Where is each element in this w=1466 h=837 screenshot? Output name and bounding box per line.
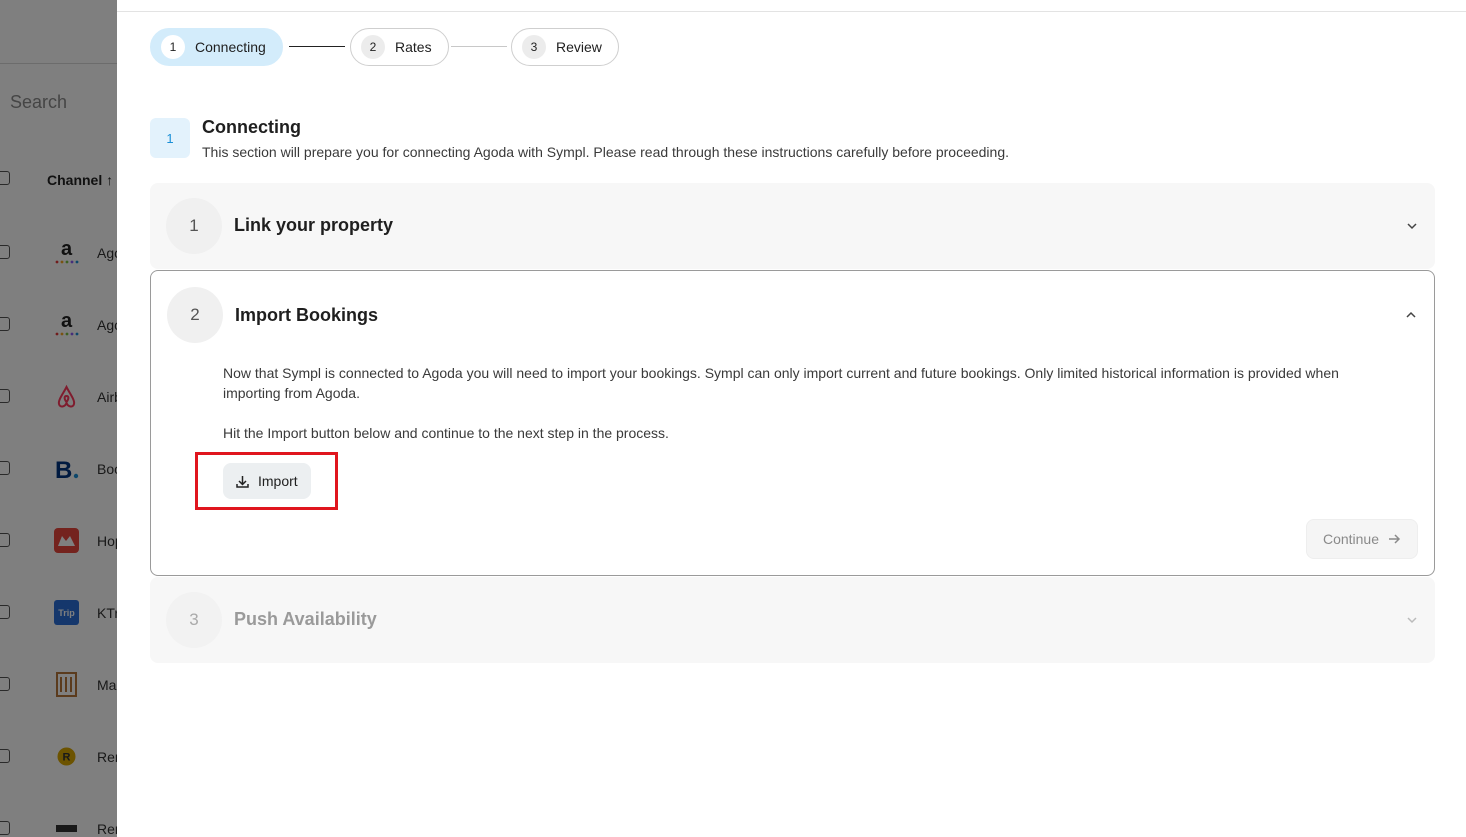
accordion-number: 2	[167, 287, 223, 343]
accordion-import-bookings: 2 Import Bookings Now that Sympl is conn…	[150, 270, 1435, 576]
step-rates[interactable]: 2 Rates	[350, 28, 449, 66]
section-description: This section will prepare you for connec…	[202, 144, 1010, 160]
accordion-title: Push Availability	[234, 609, 377, 629]
accordion-link-property[interactable]: 1 Link your property	[150, 183, 1435, 269]
accordion-title[interactable]: Import Bookings	[235, 305, 378, 326]
step-connector	[289, 46, 345, 47]
import-hint: Hit the Import button below and continue…	[223, 425, 669, 441]
import-instructions: Now that Sympl is connected to Agoda you…	[223, 365, 1339, 401]
highlight-annotation	[195, 452, 338, 510]
step-label: Connecting	[195, 39, 266, 55]
modal-overlay[interactable]	[0, 0, 117, 837]
step-connector	[451, 46, 507, 47]
accordion-title: Link your property	[234, 215, 394, 235]
step-number: 2	[361, 35, 385, 59]
step-number: 1	[161, 35, 185, 59]
chevron-down-icon[interactable]	[1405, 219, 1419, 233]
panel-divider	[117, 11, 1466, 12]
continue-button[interactable]: Continue	[1305, 519, 1418, 559]
step-label: Review	[556, 39, 602, 55]
chevron-down-icon	[1407, 617, 1417, 624]
step-connecting[interactable]: 1 Connecting	[150, 28, 283, 66]
section-badge: 1	[150, 118, 190, 158]
step-label: Rates	[395, 39, 432, 55]
chevron-up-icon[interactable]	[1404, 308, 1418, 322]
step-review[interactable]: 3 Review	[511, 28, 619, 66]
accordion-number: 3	[166, 592, 222, 648]
continue-button-label: Continue	[1322, 531, 1379, 547]
step-number: 3	[522, 35, 546, 59]
accordion-number: 1	[166, 198, 222, 254]
arrow-right-icon	[1389, 534, 1401, 544]
accordion-push-availability: 3 Push Availability	[150, 577, 1435, 663]
section-title: Connecting	[202, 117, 301, 137]
side-panel: 1 Connecting 2 Rates 3 Review 1 Connecti…	[117, 0, 1466, 837]
background-app: Search Channel ↑ a Ago a Ago Airb B Boo	[0, 0, 117, 837]
